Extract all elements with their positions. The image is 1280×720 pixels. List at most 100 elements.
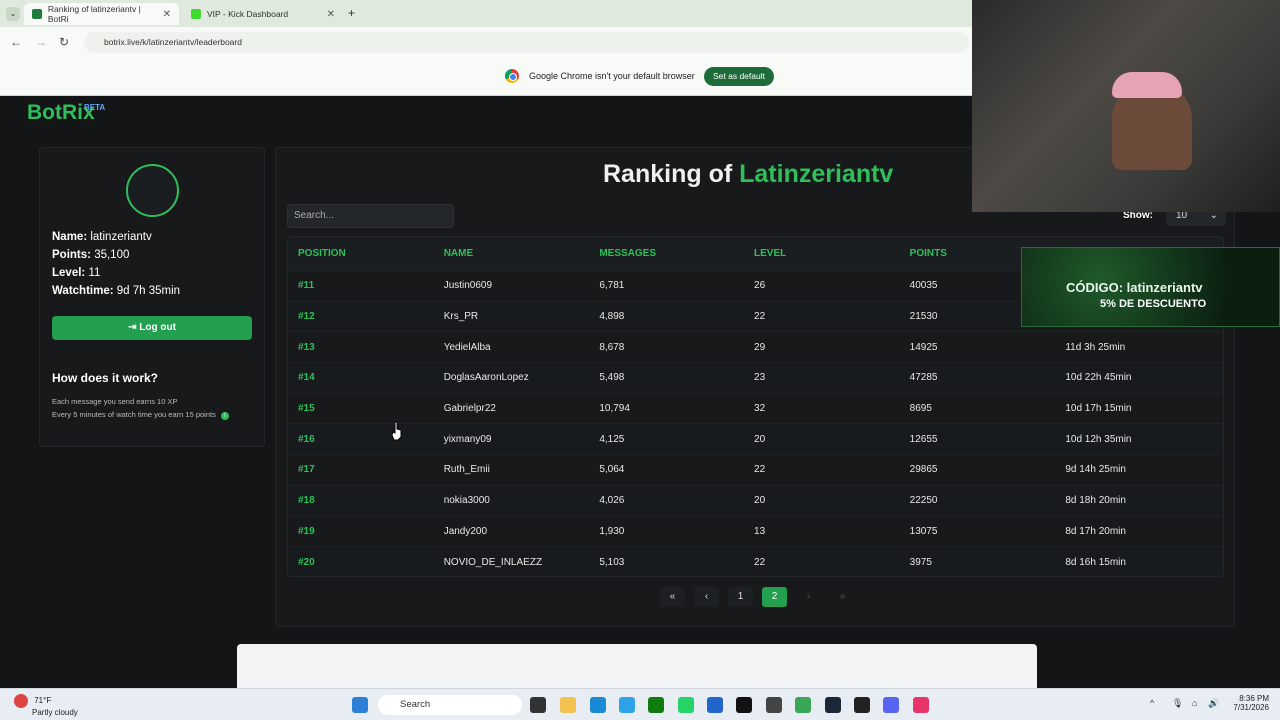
tiktok-icon[interactable]	[736, 697, 752, 713]
windows-start-icon[interactable]	[352, 697, 368, 713]
infobar-message: Google Chrome isn't your default browser	[529, 71, 695, 81]
tiktok-live-icon[interactable]	[913, 697, 929, 713]
bottom-panel	[237, 644, 1037, 688]
task-view-icon[interactable]	[530, 697, 546, 713]
xbox-icon[interactable]	[648, 697, 664, 713]
position-cell: #12	[298, 311, 315, 323]
name-cell: NOVIO_DE_INLAEZZ	[443, 556, 543, 568]
store-icon[interactable]	[707, 697, 723, 713]
mic-icon[interactable]: 🎙	[1172, 698, 1183, 709]
new-tab-icon[interactable]: +	[348, 6, 355, 20]
how-it-works-title: How does it work?	[52, 371, 159, 385]
whatsapp-icon[interactable]	[678, 697, 694, 713]
taskbar-search[interactable]: Search	[378, 695, 522, 715]
tray-chevron-icon[interactable]: ^	[1150, 698, 1154, 708]
table-row[interactable]: #13 YedielAlba 8,678 29 14925 11d 3h 25min	[288, 331, 1223, 362]
forward-icon[interactable]: →	[35, 35, 47, 49]
page-1-button[interactable]: 1	[728, 587, 753, 607]
position-cell: #20	[298, 556, 315, 568]
position-cell: #15	[298, 403, 315, 415]
next-page-icon[interactable]: ›	[796, 587, 821, 607]
profile-points: Points: 35,100	[52, 249, 130, 261]
chrome-logo-icon	[505, 69, 519, 83]
tab-title: VIP - Kick Dashboard	[207, 9, 289, 19]
table-row[interactable]: #20 NOVIO_DE_INLAEZZ 5,103 22 3975 8d 16h 15m…	[288, 546, 1223, 576]
column-header[interactable]: POSITION	[288, 248, 444, 259]
windows-taskbar: 71°F Partly cloudy Search ^ 🎙 ⌂ 🔊 8:36 P…	[0, 688, 1280, 720]
name-cell: YedielAlba	[443, 341, 491, 353]
beta-badge: BETA	[84, 103, 106, 112]
back-icon[interactable]: ←	[10, 35, 22, 49]
twitter-icon[interactable]	[619, 697, 635, 713]
watchtime-cell: 10d 12h 35min	[1065, 433, 1132, 445]
prev-page-icon[interactable]: ‹	[694, 587, 719, 607]
first-page-icon[interactable]: «	[660, 587, 685, 607]
watchtime-cell: 8d 17h 20min	[1065, 525, 1126, 537]
watchtime-cell: 10d 22h 45min	[1065, 372, 1132, 384]
close-tab-icon[interactable]: ✕	[327, 9, 335, 20]
position-cell: #16	[298, 433, 315, 445]
messages-cell: 5,103	[599, 556, 625, 568]
tab-kick-dashboard[interactable]: VIP - Kick Dashboard ✕	[183, 3, 343, 25]
chrome-icon[interactable]	[795, 697, 811, 713]
level-cell: 22	[754, 311, 766, 323]
hand-cursor-icon	[391, 421, 402, 441]
points-cell: 3975	[909, 556, 932, 568]
avatar	[126, 164, 179, 217]
table-row[interactable]: #18 nokia3000 4,026 20 22250 8d 18h 20min	[288, 484, 1223, 516]
search-input[interactable]: Search...	[287, 204, 454, 228]
table-row[interactable]: #17 Ruth_Emii 5,064 22 29865 9d 14h 25min	[288, 454, 1223, 485]
tab-search-button[interactable]: ⌄	[6, 7, 20, 21]
points-cell: 14925	[909, 341, 938, 353]
logout-icon: ⇥	[128, 322, 137, 333]
edge-icon[interactable]	[590, 697, 606, 713]
level-cell: 29	[754, 341, 766, 353]
column-header[interactable]: LEVEL	[754, 248, 910, 259]
obs-icon[interactable]	[766, 697, 782, 713]
webcam-overlay	[972, 0, 1280, 212]
reload-icon[interactable]: ↻	[59, 35, 69, 49]
info-icon[interactable]: i	[220, 412, 229, 420]
botrix-favicon-icon	[32, 9, 42, 19]
app-icon[interactable]	[854, 697, 870, 713]
steam-icon[interactable]	[825, 697, 841, 713]
close-tab-icon[interactable]: ✕	[163, 9, 171, 20]
brand-logo[interactable]: BotRix BETA	[27, 101, 105, 125]
weather-widget[interactable]: 71°F Partly cloudy	[14, 694, 78, 717]
ranking-card: Ranking of Latinzeriantv Search... Show:…	[275, 147, 1235, 627]
system-clock[interactable]: 8:36 PM 7/31/2026	[1225, 694, 1269, 712]
logout-button[interactable]: ⇥ Log out	[52, 316, 252, 340]
streamer-headwear	[1112, 72, 1182, 98]
level-cell: 23	[754, 372, 766, 384]
name-cell: Justin0609	[443, 280, 493, 292]
last-page-icon[interactable]: »	[830, 587, 855, 607]
tab-title: Ranking of latinzeriantv | BotRi	[47, 4, 141, 24]
column-header[interactable]: NAME	[444, 248, 600, 259]
watchtime-cell: 8d 18h 20min	[1065, 495, 1126, 507]
name-cell: yixmany09	[443, 433, 492, 445]
messages-cell: 8,678	[599, 341, 625, 353]
table-row[interactable]: #14 DoglasAaronLopez 5,498 23 47285 10d 22h 4…	[288, 362, 1223, 393]
url-field[interactable]: botrix.live/k/latinzeriantv/leaderboard	[84, 32, 969, 53]
page-2-button[interactable]: 2	[762, 587, 787, 607]
profile-watchtime: Watchtime: 9d 7h 35min	[52, 285, 181, 297]
table-row[interactable]: #16 yixmany09 4,125 20 12655 10d 12h 35min	[288, 423, 1223, 455]
position-cell: #14	[298, 372, 315, 384]
points-cell: 8695	[909, 403, 932, 415]
points-cell: 22250	[909, 495, 938, 507]
set-default-button[interactable]: Set as default	[704, 67, 774, 86]
file-explorer-icon[interactable]	[560, 697, 576, 713]
volume-icon[interactable]: 🔊	[1208, 698, 1219, 709]
position-cell: #17	[298, 464, 315, 476]
table-row[interactable]: #19 Jandy200 1,930 13 13075 8d 17h 20min	[288, 515, 1223, 547]
promo-banner: CÓDIGO: latinzeriantv 5% DE DESCUENTO	[1021, 247, 1280, 327]
network-icon[interactable]: ⌂	[1192, 698, 1197, 708]
promo-discount: 5% DE DESCUENTO	[1100, 298, 1207, 310]
column-header[interactable]: MESSAGES	[599, 248, 754, 259]
messages-cell: 10,794	[599, 403, 630, 415]
discord-icon[interactable]	[883, 697, 899, 713]
messages-cell: 6,781	[599, 280, 625, 292]
table-row[interactable]: #15 Gabrielpr22 10,794 32 8695 10d 17h 15min	[288, 392, 1223, 424]
tab-ranking[interactable]: Ranking of latinzeriantv | BotRi ✕	[24, 3, 179, 25]
position-cell: #13	[298, 341, 315, 353]
